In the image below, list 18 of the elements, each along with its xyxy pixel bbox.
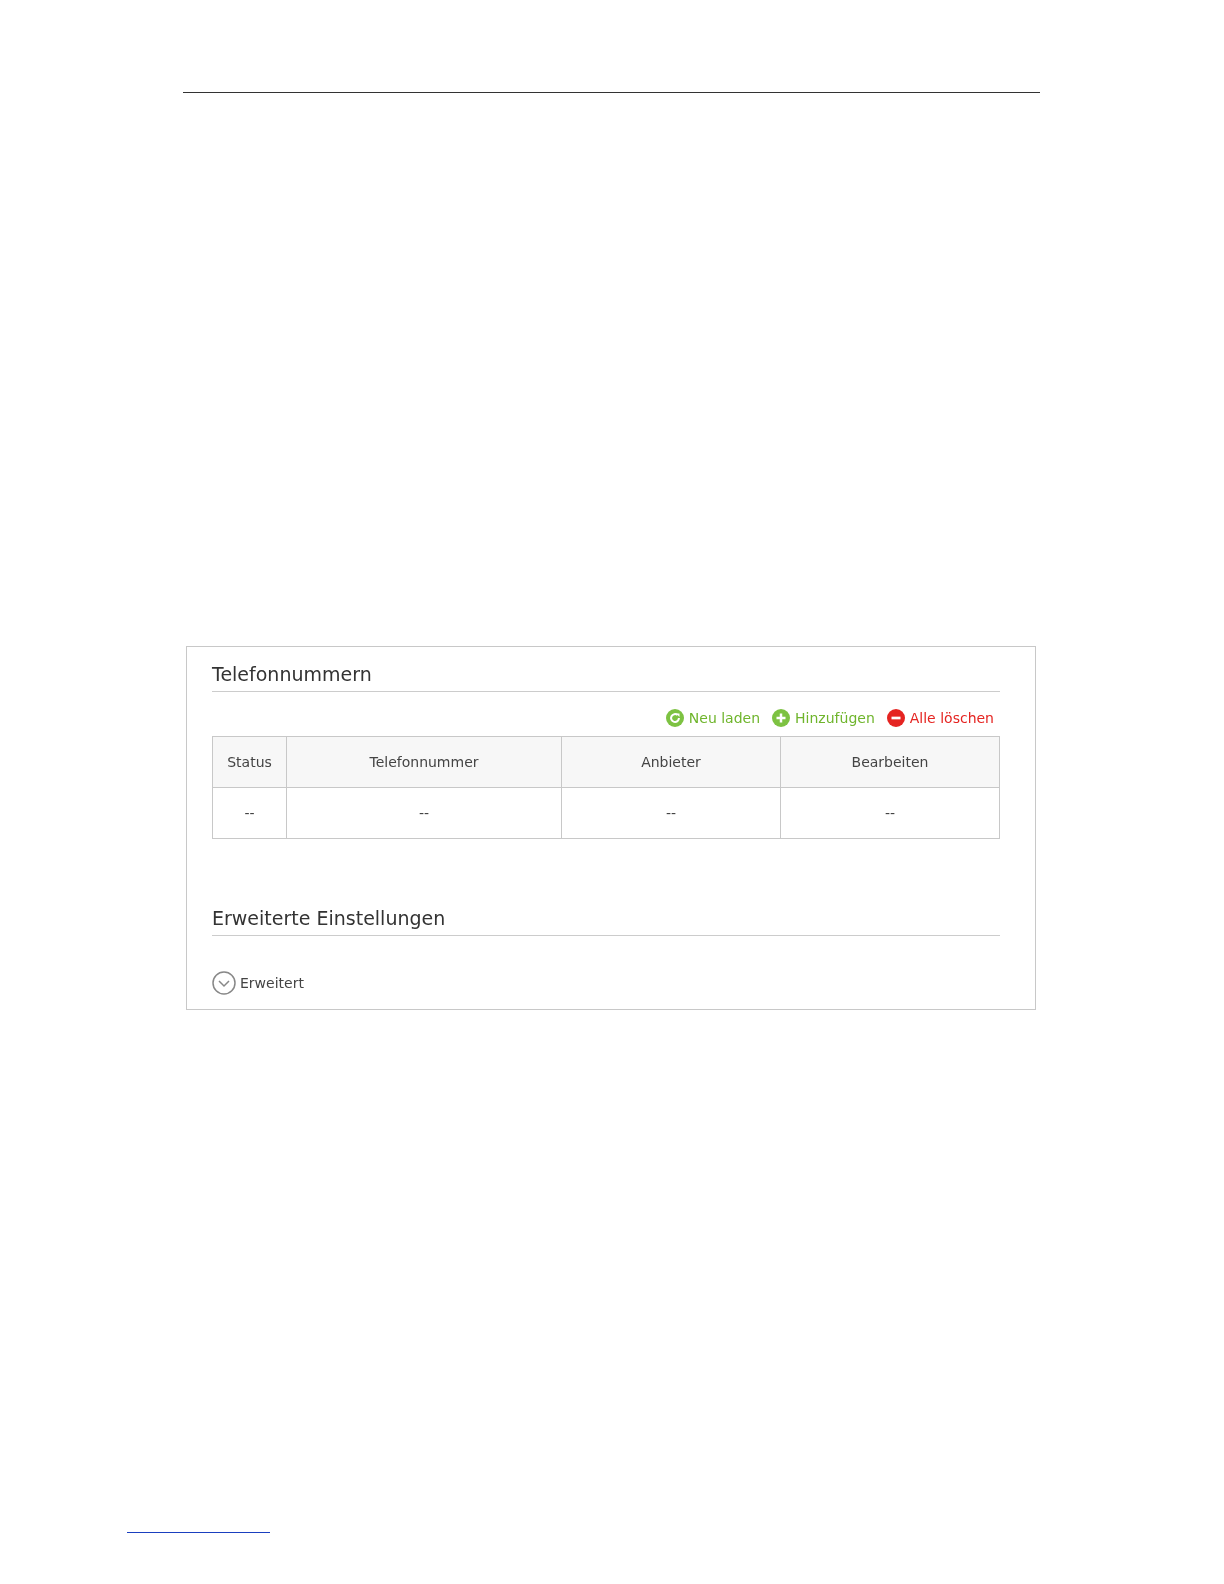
chevron-icon xyxy=(212,971,236,995)
table-cell: -- xyxy=(780,787,1000,839)
column-header: Telefonnummer xyxy=(286,736,562,788)
table-cell: -- xyxy=(561,787,781,839)
column-header: Status xyxy=(212,736,287,788)
add-button[interactable]: Hinzufügen xyxy=(772,709,875,727)
column-header: Bearbeiten xyxy=(780,736,1000,788)
minus-icon xyxy=(886,709,905,727)
reload-button[interactable]: Neu laden xyxy=(665,709,761,727)
section-title: Erweiterte Einstellungen xyxy=(212,906,446,931)
table-cell: -- xyxy=(212,787,287,839)
advanced-toggle[interactable]: Erweitert xyxy=(212,971,304,995)
column-header: Anbieter xyxy=(561,736,781,788)
plus-icon xyxy=(772,709,791,727)
refresh-icon xyxy=(665,709,684,727)
section-title: Telefonnummern xyxy=(212,662,372,687)
delete-button[interactable]: Alle löschen xyxy=(886,709,994,727)
table-cell: -- xyxy=(286,787,562,839)
